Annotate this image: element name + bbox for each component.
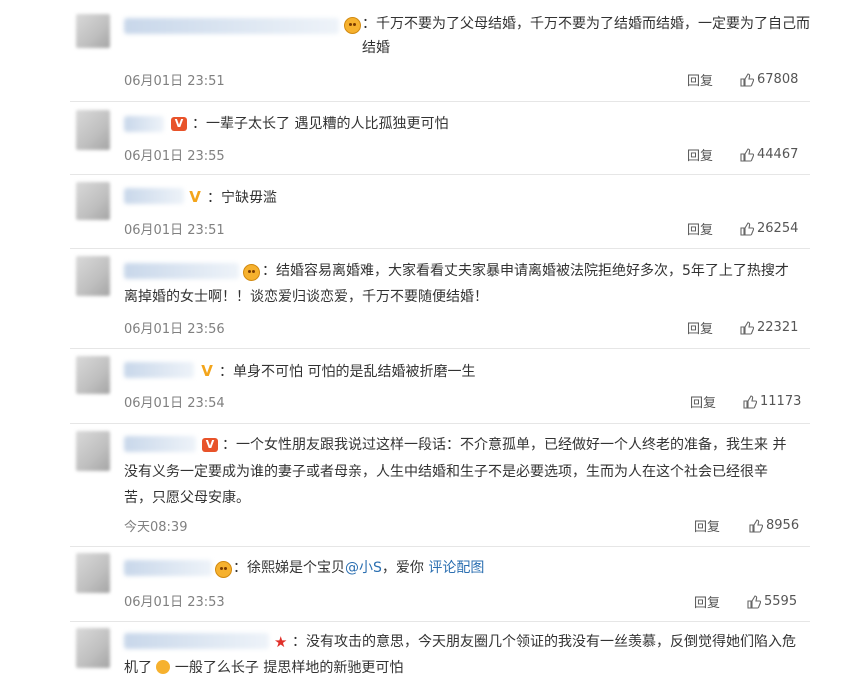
- avatar[interactable]: [76, 182, 110, 220]
- comment-time: 06月01日 23:54: [124, 396, 225, 411]
- like-button[interactable]: 8956: [749, 518, 799, 533]
- like-count: 44467: [757, 147, 799, 162]
- reply-button[interactable]: 回复: [687, 70, 713, 89]
- thumbs-up-icon: [740, 221, 754, 236]
- thumbs-up-icon: [740, 320, 754, 335]
- avatar[interactable]: [76, 256, 110, 296]
- member-badge-icon: [243, 264, 260, 281]
- divider: [70, 248, 810, 249]
- comment-text: ：结婚容易离婚难，大家看看丈夫家暴申请离婚被法院拒绝好多次，5年了上了热搜才: [262, 259, 822, 283]
- avatar[interactable]: [76, 628, 110, 668]
- member-badge-icon: [344, 17, 361, 34]
- reply-button[interactable]: 回复: [690, 392, 716, 411]
- like-button[interactable]: 11173: [743, 394, 801, 409]
- comment-time: 今天08:39: [124, 520, 188, 535]
- like-count: 8956: [766, 518, 800, 533]
- like-button[interactable]: 22321: [740, 320, 798, 335]
- reply-button[interactable]: 回复: [694, 516, 720, 535]
- emoji-icon: [156, 660, 171, 674]
- thumbs-up-icon: [740, 72, 754, 87]
- comment-text-line: ：结婚容易离婚难，大家看看丈夫家暴申请离婚被法院拒绝好多次，5年了上了热搜才: [262, 263, 789, 279]
- like-count: 26254: [757, 221, 799, 236]
- vip-badge-icon: V: [202, 438, 218, 452]
- avatar[interactable]: [76, 110, 110, 150]
- username[interactable]: [124, 263, 239, 279]
- vip-badge-icon: V: [171, 117, 187, 131]
- avatar[interactable]: [76, 356, 110, 394]
- comment-text: ：一个女性朋友跟我说过这样一段话：不介意孤单，已经做好一个人终老的准备，我生来 …: [222, 437, 787, 453]
- comment-text: ：徐熙娣是个宝贝@小S，爱你 评论配图: [233, 560, 485, 576]
- comment-time: 06月01日 23:51: [124, 74, 225, 89]
- comment-time: 06月01日 23:53: [124, 595, 225, 610]
- divider: [70, 174, 810, 175]
- reply-button[interactable]: 回复: [687, 318, 713, 337]
- comment-time: 06月01日 23:55: [124, 149, 225, 164]
- comment-text-continued: 苦，只愿父母安康。: [124, 490, 250, 506]
- like-button[interactable]: 26254: [740, 221, 798, 236]
- like-button[interactable]: 67808: [740, 72, 798, 87]
- comment-text-continued: 没有义务一定要成为谁的妻子或者母亲，人生中结婚和生子不是必要选项，生而为人在这个…: [124, 464, 768, 480]
- like-count: 11173: [760, 394, 802, 409]
- like-count: 67808: [757, 72, 799, 87]
- reply-button[interactable]: 回复: [694, 592, 720, 611]
- reply-button[interactable]: 回复: [687, 219, 713, 238]
- username[interactable]: [124, 18, 339, 34]
- comment-text-continued: 机了 一般了么长子 提思样地的新驰更可怕: [124, 660, 404, 676]
- comment-text: ：千万不要为了父母结婚，千万不要为了结婚而结婚，一定要为了自己而结婚: [362, 16, 810, 56]
- username[interactable]: [124, 633, 269, 649]
- reply-button[interactable]: 回复: [687, 145, 713, 164]
- username[interactable]: [124, 560, 212, 576]
- like-count: 22321: [757, 320, 799, 335]
- like-count: 5595: [764, 594, 798, 609]
- avatar[interactable]: [76, 14, 110, 48]
- thumbs-up-icon: [743, 394, 757, 409]
- thumbs-up-icon: [747, 594, 761, 609]
- username[interactable]: [124, 436, 196, 452]
- divider: [70, 101, 810, 102]
- divider: [70, 546, 810, 547]
- like-button[interactable]: 44467: [740, 147, 798, 162]
- comment-text-continued: 离掉婚的女士啊！！谈恋爱归谈恋爱，千万不要随便结婚！: [124, 289, 488, 305]
- comment-time: 06月01日 23:56: [124, 322, 225, 337]
- member-badge-icon: [215, 561, 232, 578]
- divider: [70, 423, 810, 424]
- comment-text: ：宁缺毋滥: [207, 190, 277, 206]
- verified-v-icon: V: [189, 188, 201, 206]
- mention-link[interactable]: @小S: [345, 560, 382, 576]
- comment-text: ：没有攻击的意思，今天朋友圈几个领证的我没有一丝羡慕，反倒觉得她们陷入危: [292, 634, 796, 650]
- comment-text: ：一辈子太长了 遇见糟的人比孤独更可怕: [192, 116, 449, 132]
- username[interactable]: [124, 188, 184, 204]
- divider: [70, 621, 810, 622]
- thumbs-up-icon: [740, 147, 754, 162]
- username[interactable]: [124, 362, 194, 378]
- view-image-link[interactable]: 评论配图: [428, 560, 484, 576]
- like-button[interactable]: 5595: [747, 594, 797, 609]
- avatar[interactable]: [76, 431, 110, 471]
- avatar[interactable]: [76, 553, 110, 593]
- verified-v-icon: V: [201, 362, 213, 380]
- comment-text: ：单身不可怕 可怕的是乱结婚被折磨一生: [219, 364, 476, 380]
- comment-time: 06月01日 23:51: [124, 223, 225, 238]
- thumbs-up-icon: [749, 518, 763, 533]
- star-badge-icon: ★: [274, 633, 288, 651]
- username[interactable]: [124, 116, 164, 132]
- divider: [70, 348, 810, 349]
